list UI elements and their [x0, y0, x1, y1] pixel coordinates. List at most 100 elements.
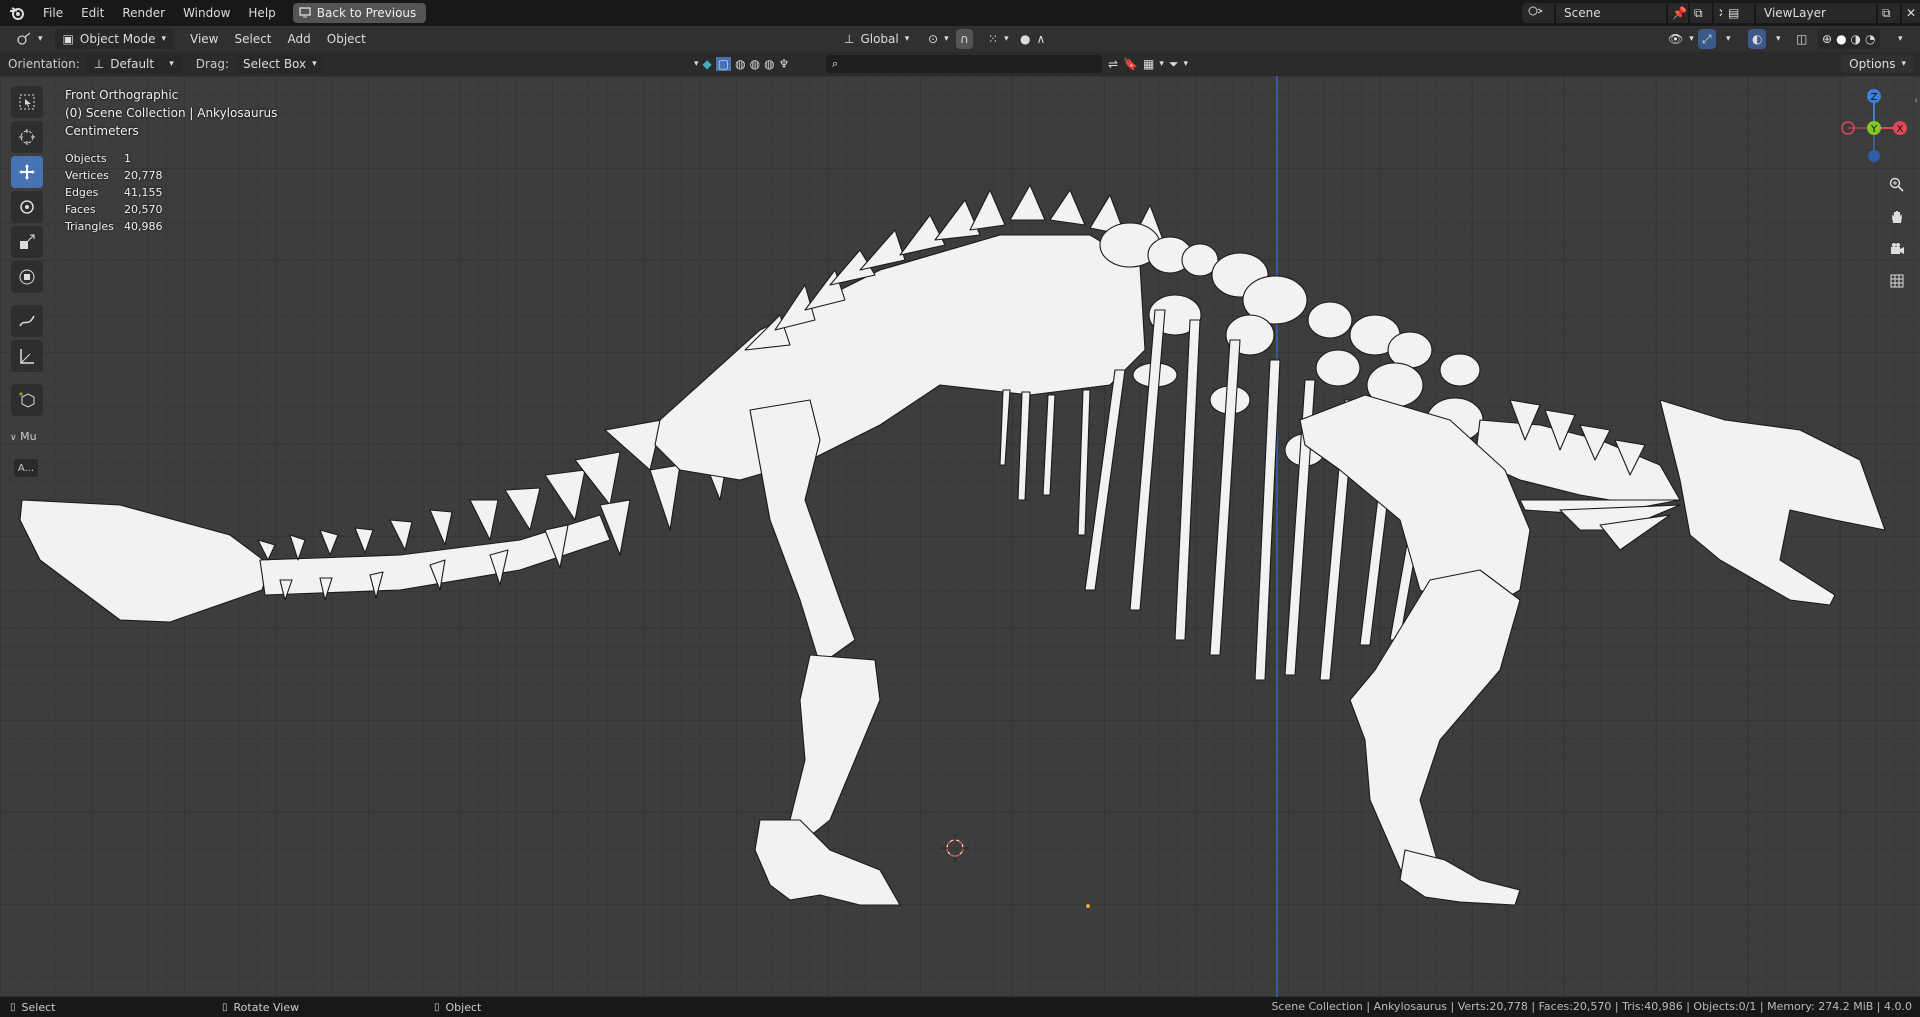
menu-object[interactable]: Object	[319, 32, 374, 46]
filter-toggles[interactable]: ⇌ 🔖 ▦ ▾ ⏷ ▾	[1104, 55, 1192, 73]
overlays-dropdown[interactable]: ▾	[1772, 29, 1785, 49]
filter-icon[interactable]: ⏷	[1169, 57, 1179, 72]
bookmark-icon[interactable]: 🔖	[1123, 57, 1138, 71]
back-to-previous-button[interactable]: Back to Previous	[292, 3, 427, 23]
xray-toggle[interactable]: ◫	[1792, 29, 1811, 49]
menu-window[interactable]: Window	[174, 0, 239, 26]
move-tool[interactable]	[11, 156, 43, 188]
menu-help[interactable]: Help	[239, 0, 284, 26]
menu-view[interactable]: View	[182, 32, 226, 46]
orientation-icon: ⊥	[93, 57, 105, 71]
sphere-icon[interactable]: ◍	[735, 57, 745, 71]
visibility-dropdown[interactable]: 👁 ▾	[1660, 29, 1702, 49]
move-icon	[19, 164, 35, 180]
box-select-icon[interactable]: ▢	[715, 57, 732, 71]
scene-selector[interactable]: Scene 📌 ⧉ ✕	[1522, 3, 1734, 23]
menu-file[interactable]: File	[34, 0, 72, 26]
blender-logo-icon[interactable]	[0, 0, 34, 26]
transform-tool[interactable]	[11, 261, 43, 293]
annotate-tool[interactable]	[11, 305, 43, 337]
view-name: Front Orthographic	[65, 88, 179, 102]
mouse-left-icon: ▯	[10, 1001, 16, 1013]
material-shading-icon[interactable]: ◑	[1851, 32, 1861, 46]
menu-add[interactable]: Add	[280, 32, 319, 46]
gizmo-toggle[interactable]: ⤢	[1698, 29, 1716, 49]
gizmo-dropdown[interactable]: ▾	[1722, 29, 1735, 49]
display-mode-icon[interactable]: ▦	[1143, 57, 1154, 71]
xray-icon: ◫	[1796, 32, 1808, 46]
rotate-tool[interactable]	[11, 191, 43, 223]
scene-statistics: Objects 1 Vertices 20,778 Edges 41,155 Face…	[65, 150, 163, 235]
options-dropdown[interactable]: Options ▾	[1841, 55, 1914, 73]
cursor-tool[interactable]	[11, 121, 43, 153]
shading-dropdown[interactable]: ▾	[1894, 29, 1907, 49]
status-object-hint: ▯ Object	[434, 1000, 482, 1014]
editor-type-icon[interactable]: ▾	[8, 29, 51, 49]
orientation-value: Default	[110, 57, 155, 71]
mode-label: Object Mode	[79, 32, 156, 46]
shading-modes[interactable]: ⊕ ● ◑ ◔	[1818, 29, 1880, 49]
navigation-gizmo[interactable]: Z Y X	[1840, 86, 1910, 166]
cursor-icon	[19, 129, 35, 145]
ankylosaurus-skeleton-mesh[interactable]	[0, 76, 1920, 997]
status-bar: ▯ Select ▯ Rotate View ▯ Object Scene Co…	[0, 997, 1920, 1017]
sidebar-toggle-icon[interactable]: ‹	[1914, 96, 1918, 106]
scale-tool[interactable]	[11, 226, 43, 258]
new-scene-icon[interactable]: ⧉	[1690, 3, 1712, 23]
menu-select[interactable]: Select	[226, 32, 279, 46]
zoom-icon[interactable]	[1884, 172, 1910, 198]
globe-icon[interactable]: ◍	[764, 57, 774, 71]
tree-icon[interactable]: ♆	[779, 57, 790, 71]
grid-icon[interactable]	[1884, 268, 1910, 294]
scene-name-field[interactable]: Scene	[1556, 3, 1666, 23]
transform-orientation-dropdown[interactable]: ⊥ Global ▾	[836, 29, 917, 49]
svg-text:X: X	[1897, 124, 1904, 135]
sidebar-tab[interactable]: A...	[14, 459, 38, 477]
rendered-shading-icon[interactable]: ◔	[1865, 32, 1875, 46]
camera-icon[interactable]	[1884, 236, 1910, 262]
3d-viewport[interactable]	[0, 76, 1920, 997]
delete-view-layer-icon[interactable]: ✕	[1902, 3, 1920, 23]
measure-tool[interactable]	[11, 340, 43, 372]
object-type-icon[interactable]: ◆	[703, 57, 712, 71]
add-cube-tool[interactable]	[11, 384, 43, 416]
pivot-point-dropdown[interactable]: ⊙ ▾	[920, 29, 957, 49]
orientation-dropdown[interactable]: ⊥ Default ▾	[85, 55, 182, 73]
overlays-icon: ◐	[1752, 32, 1763, 46]
stat-row: Triangles 40,986	[65, 220, 163, 233]
select-box-tool[interactable]	[11, 86, 43, 118]
pin-icon[interactable]: 📌	[1668, 3, 1688, 23]
last-operator-label: Mu	[20, 430, 37, 443]
view-layer-selector[interactable]: ▤ ViewLayer ⧉ ✕	[1722, 3, 1920, 23]
search-icon: ⌕	[832, 57, 839, 70]
3d-cursor-icon	[941, 834, 969, 862]
select-box-icon	[19, 94, 35, 110]
wireframe-shading-icon[interactable]: ⊕	[1822, 32, 1832, 46]
mode-dropdown[interactable]: ▣ Object Mode ▾	[54, 29, 174, 49]
pan-hand-icon[interactable]	[1884, 204, 1910, 230]
world-icon[interactable]: ◍	[750, 57, 760, 71]
proportional-editing-toggle[interactable]: ● ∧	[1012, 29, 1053, 49]
tool-settings-header: Orientation: ⊥ Default ▾ Drag: Select Bo…	[0, 52, 1920, 76]
transform-orientation-label: Global	[860, 32, 899, 46]
outliner-filter-bar[interactable]: ▾ ◆ ▢ ◍ ◍ ◍ ♆	[690, 55, 793, 73]
snap-toggle[interactable]: ∩	[956, 29, 973, 49]
left-toolbar	[8, 86, 46, 416]
magnet-icon: ∩	[960, 32, 969, 46]
last-operator-panel[interactable]: ∨ Mu	[10, 430, 37, 443]
top-menu-bar: File Edit Render Window Help Back to Pre…	[0, 0, 1920, 26]
new-view-layer-icon[interactable]: ⧉	[1878, 3, 1900, 23]
overlays-toggle[interactable]: ◐	[1748, 29, 1767, 49]
scene-icon[interactable]	[1522, 3, 1554, 23]
solid-shading-icon[interactable]: ●	[1836, 32, 1846, 46]
gizmo-icon: ⤢	[1702, 31, 1712, 46]
view-layer-name-field[interactable]: ViewLayer	[1756, 3, 1876, 23]
menu-render[interactable]: Render	[113, 0, 174, 26]
sync-icon[interactable]: ⇌	[1108, 57, 1118, 71]
menu-edit[interactable]: Edit	[72, 0, 113, 26]
search-input[interactable]: ⌕	[826, 55, 1102, 73]
chevron-down-icon: ▾	[161, 34, 166, 44]
view-layer-icon[interactable]: ▤	[1722, 3, 1754, 23]
gizmo-neg-z-axis[interactable]	[1868, 150, 1880, 162]
drag-dropdown[interactable]: Select Box ▾	[234, 55, 325, 73]
